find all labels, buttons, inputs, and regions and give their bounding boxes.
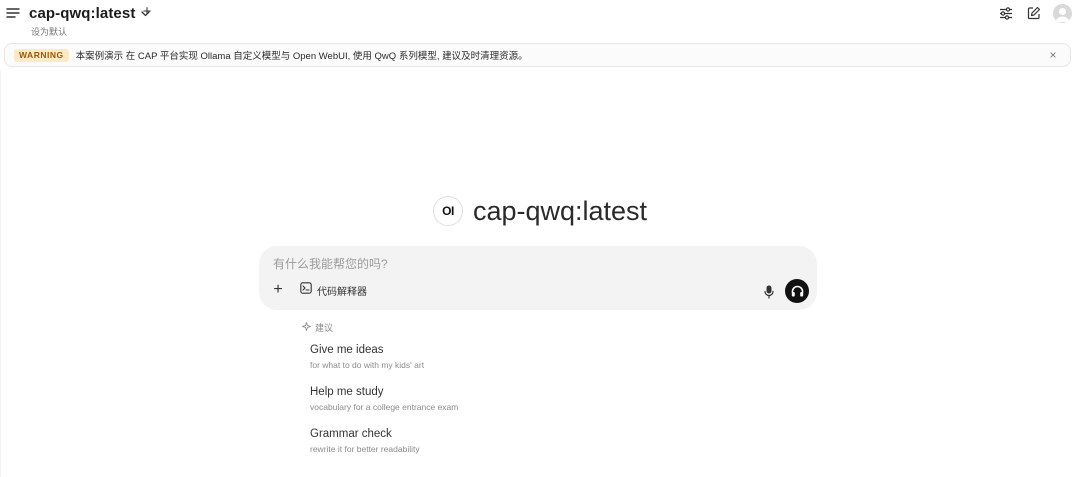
message-input[interactable]	[271, 255, 751, 273]
suggestions-label: 建议	[315, 322, 334, 333]
sliders-icon[interactable]	[997, 4, 1015, 22]
edit-icon[interactable]	[1025, 4, 1043, 22]
suggestion-title: Help me study	[310, 386, 384, 398]
add-model-button[interactable]: +	[141, 4, 153, 20]
terminal-icon	[300, 281, 312, 299]
suggestion-subtitle: rewrite it for better readability	[310, 444, 420, 454]
attach-plus-button[interactable]: +	[271, 282, 285, 298]
message-composer: + 代码解释器	[259, 246, 817, 310]
headphones-icon[interactable]	[785, 279, 809, 303]
suggestion-item[interactable]: Help me study vocabulary for a college e…	[310, 385, 610, 412]
warning-message: 本案例演示 在 CAP 平台实现 Ollama 自定义模型与 Open WebU…	[75, 51, 528, 62]
model-selector[interactable]: cap-qwq:latest	[29, 3, 151, 23]
code-interpreter-button[interactable]: 代码解释器	[300, 282, 367, 298]
suggestion-title: Give me ideas	[310, 344, 384, 356]
set-default-link[interactable]: 设为默认	[31, 25, 67, 38]
close-icon[interactable]: ×	[1046, 48, 1060, 62]
suggestion-subtitle: vocabulary for a college entrance exam	[310, 402, 459, 412]
warning-badge: WARNING	[14, 48, 69, 62]
code-interpreter-label: 代码解释器	[317, 286, 367, 298]
model-name: cap-qwq:latest	[29, 4, 136, 22]
user-avatar-icon[interactable]	[1053, 3, 1072, 23]
menu-icon[interactable]	[4, 4, 22, 22]
divider	[0, 70, 1, 477]
suggestion-subtitle: for what to do with my kids' art	[310, 360, 425, 370]
sparkle-icon	[301, 320, 312, 333]
suggestion-title: Grammar check	[310, 428, 392, 440]
microphone-icon[interactable]	[761, 284, 777, 300]
open-webui-logo: OI	[432, 196, 463, 226]
top-bar: cap-qwq:latest + 设为默认	[0, 0, 1080, 40]
suggestion-item[interactable]: Give me ideas for what to do with my kid…	[310, 343, 610, 370]
model-hero: OI cap-qwq:latest	[0, 193, 1080, 229]
top-right-actions	[997, 2, 1072, 24]
hero-model-title: cap-qwq:latest	[472, 195, 648, 226]
warning-banner: WARNING 本案例演示 在 CAP 平台实现 Ollama 自定义模型与 O…	[4, 43, 1071, 67]
suggestions-header: 建议	[301, 320, 334, 333]
suggestion-item[interactable]: Grammar check rewrite it for better read…	[310, 427, 610, 454]
